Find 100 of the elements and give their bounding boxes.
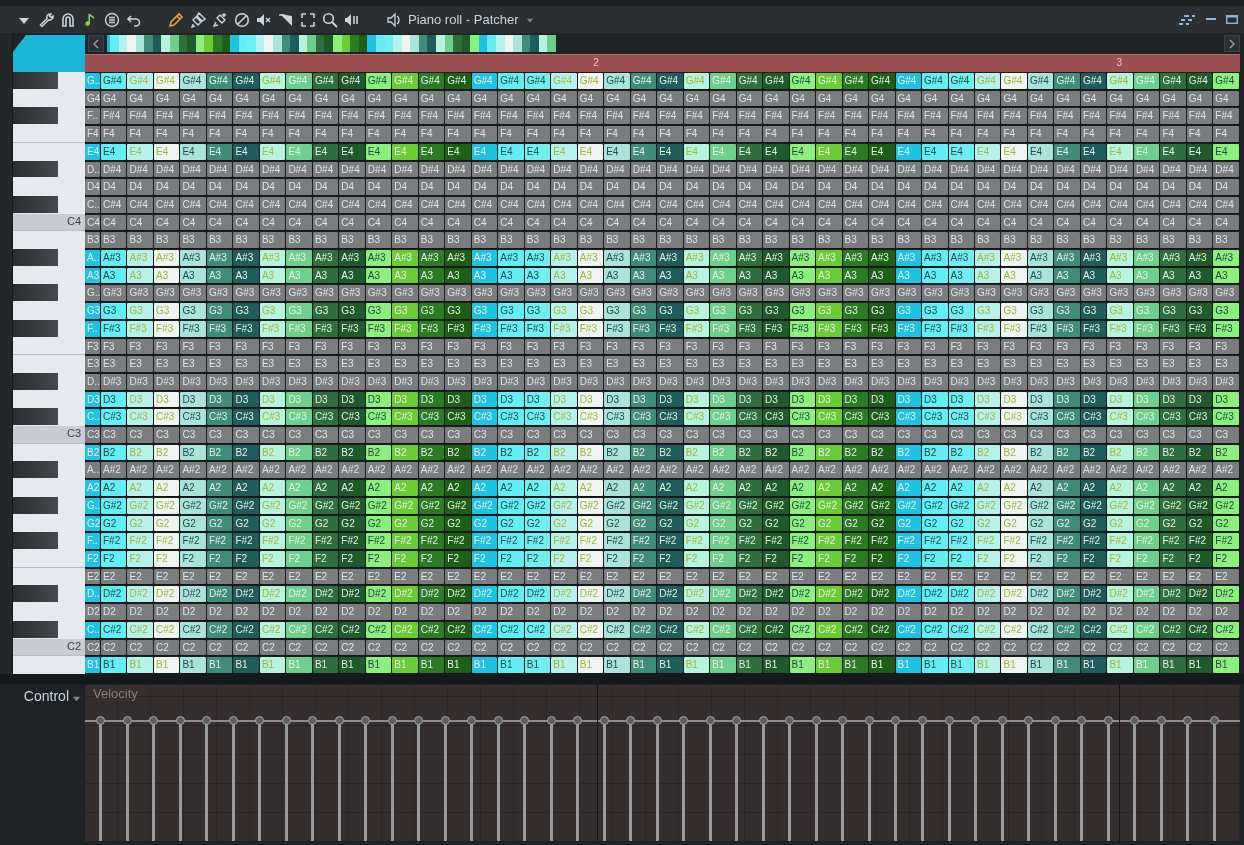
- note-block[interactable]: D3: [551, 391, 577, 408]
- note-block[interactable]: F4: [922, 126, 948, 142]
- note-block[interactable]: B2: [551, 444, 577, 461]
- note-block[interactable]: C3: [1001, 427, 1027, 443]
- note-block[interactable]: C#2: [842, 621, 869, 638]
- note-block[interactable]: B3: [1213, 232, 1239, 249]
- note-block[interactable]: B2: [948, 444, 974, 461]
- note-block[interactable]: D2: [206, 604, 233, 620]
- note-block[interactable]: G3: [710, 303, 736, 319]
- note-block[interactable]: D#4: [498, 161, 524, 178]
- note-block[interactable]: F2: [551, 551, 577, 567]
- note-block[interactable]: E2: [339, 568, 365, 585]
- note-block[interactable]: F4: [392, 126, 418, 142]
- note-block[interactable]: G3: [498, 303, 524, 319]
- note-block[interactable]: A2: [1107, 480, 1133, 496]
- note-block[interactable]: D3: [85, 391, 100, 408]
- note-block[interactable]: D#4: [259, 161, 286, 178]
- note-block[interactable]: C#3: [789, 409, 816, 426]
- note-block[interactable]: G#3: [286, 285, 312, 302]
- note-block[interactable]: G4: [1213, 90, 1239, 107]
- note-block[interactable]: C4: [127, 214, 153, 231]
- note-block[interactable]: G#2: [233, 497, 259, 514]
- note-block[interactable]: C3: [153, 427, 180, 443]
- note-block[interactable]: D2: [365, 604, 392, 620]
- note-block[interactable]: C2: [1001, 639, 1027, 656]
- note-block[interactable]: D2: [869, 604, 895, 620]
- sharp-key[interactable]: [13, 107, 58, 125]
- note-block[interactable]: B1: [471, 657, 498, 673]
- note-block[interactable]: E3: [498, 356, 524, 372]
- note-block[interactable]: C4: [471, 214, 498, 231]
- note-block[interactable]: A3: [1107, 267, 1133, 284]
- note-block[interactable]: C..: [85, 196, 100, 213]
- note-block[interactable]: D3: [895, 391, 921, 408]
- note-block[interactable]: D#3: [1186, 373, 1213, 390]
- note-block[interactable]: A3: [895, 267, 921, 284]
- note-block[interactable]: C#2: [153, 621, 180, 638]
- note-block[interactable]: D#2: [842, 586, 869, 603]
- note-block[interactable]: C3: [683, 427, 710, 443]
- note-block[interactable]: C4: [551, 214, 577, 231]
- note-block[interactable]: C2: [445, 639, 471, 656]
- note-block[interactable]: F2: [471, 551, 498, 567]
- note-block[interactable]: D#2: [1107, 586, 1133, 603]
- note-block[interactable]: E3: [577, 356, 604, 372]
- note-block[interactable]: G3: [551, 303, 577, 319]
- note-block[interactable]: B1: [524, 657, 551, 673]
- note-block[interactable]: B2: [286, 444, 312, 461]
- note-block[interactable]: A#2: [1133, 462, 1160, 479]
- note-block[interactable]: G#3: [683, 285, 710, 302]
- note-block[interactable]: D#2: [445, 586, 471, 603]
- note-block[interactable]: C4: [339, 214, 365, 231]
- note-block[interactable]: F3: [710, 338, 736, 355]
- note-block[interactable]: F2: [1054, 551, 1080, 567]
- note-block[interactable]: F4: [445, 126, 471, 142]
- note-block[interactable]: G#3: [1160, 285, 1186, 302]
- note-block[interactable]: D4: [339, 179, 365, 195]
- note-block[interactable]: A#3: [816, 250, 842, 266]
- note-block[interactable]: C3: [630, 427, 657, 443]
- note-block[interactable]: E3: [524, 356, 551, 372]
- note-block[interactable]: F#3: [869, 320, 895, 337]
- note-block[interactable]: G3: [180, 303, 206, 319]
- note-block[interactable]: D4: [895, 179, 921, 195]
- note-block[interactable]: F3: [127, 338, 153, 355]
- note-block[interactable]: D2: [1027, 604, 1054, 620]
- maximize-icon[interactable]: [1226, 15, 1238, 24]
- note-block[interactable]: G#4: [948, 73, 974, 89]
- note-block[interactable]: C2: [101, 639, 127, 656]
- note-block[interactable]: B1: [816, 657, 842, 673]
- note-block[interactable]: B3: [895, 232, 921, 249]
- note-block[interactable]: D4: [604, 179, 630, 195]
- note-block[interactable]: E2: [604, 568, 630, 585]
- note-block[interactable]: C#4: [683, 196, 710, 213]
- note-block[interactable]: F#3: [206, 320, 233, 337]
- note-block[interactable]: A#2: [657, 462, 683, 479]
- note-block[interactable]: F4: [418, 126, 445, 142]
- note-block[interactable]: F#4: [1027, 108, 1054, 125]
- note-block[interactable]: F3: [180, 338, 206, 355]
- note-block[interactable]: F2: [445, 551, 471, 567]
- note-block[interactable]: G#3: [445, 285, 471, 302]
- note-block[interactable]: D4: [869, 179, 895, 195]
- note-block[interactable]: G#4: [789, 73, 816, 89]
- note-block[interactable]: E3: [206, 356, 233, 372]
- note-block[interactable]: D3: [657, 391, 683, 408]
- note-block[interactable]: C3: [339, 427, 365, 443]
- note-block[interactable]: D2: [286, 604, 312, 620]
- note-block[interactable]: C#2: [657, 621, 683, 638]
- note-block[interactable]: F4: [789, 126, 816, 142]
- note-block[interactable]: F#4: [206, 108, 233, 125]
- note-block[interactable]: D4: [842, 179, 869, 195]
- note-block[interactable]: C#3: [312, 409, 339, 426]
- note-block[interactable]: F2: [233, 551, 259, 567]
- note-block[interactable]: A2: [180, 480, 206, 496]
- note-block[interactable]: G#4: [180, 73, 206, 89]
- note-block[interactable]: A#3: [551, 250, 577, 266]
- note-block[interactable]: C3: [604, 427, 630, 443]
- note-block[interactable]: B1: [577, 657, 604, 673]
- pattern-overview[interactable]: [107, 35, 556, 52]
- note-block[interactable]: A#2: [1213, 462, 1239, 479]
- note-block[interactable]: A#2: [736, 462, 763, 479]
- velocity-handle[interactable]: [918, 716, 927, 841]
- note-block[interactable]: E4: [365, 143, 392, 160]
